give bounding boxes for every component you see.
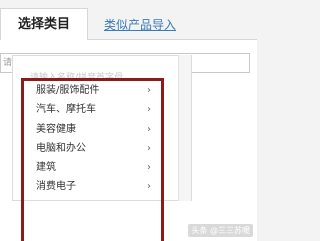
watermark: 头条 @三三苏暖 — [188, 224, 253, 237]
tab-similar-product-import[interactable]: 类似产品导入 — [104, 16, 176, 33]
tab-select-category[interactable]: 选择类目 — [0, 8, 88, 40]
category-scrollbar[interactable] — [178, 55, 191, 201]
highlight-box — [21, 78, 164, 241]
tab-bar: 选择类目 类似产品导入 — [0, 0, 257, 42]
